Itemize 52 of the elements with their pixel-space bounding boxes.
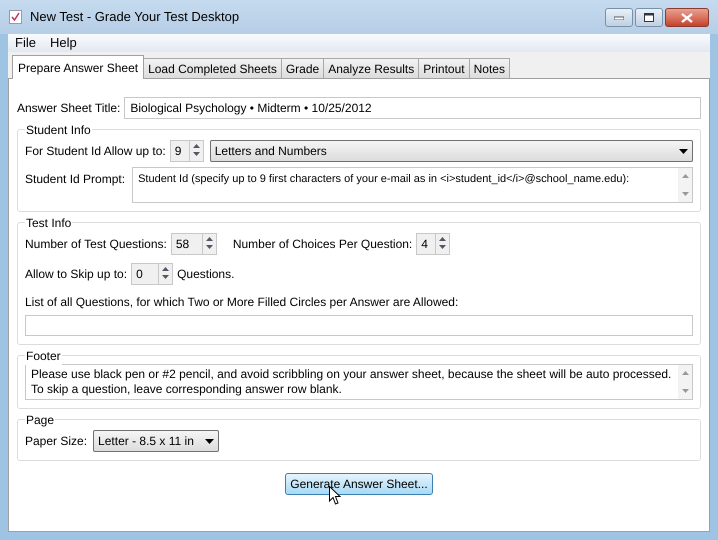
field-label: Answer Sheet Title: xyxy=(17,100,120,117)
caret-icon xyxy=(205,438,214,444)
generate-button[interactable]: Generate Answer Sheet... xyxy=(285,473,433,495)
field-label: Questions. xyxy=(177,266,234,283)
close-icon xyxy=(681,12,693,22)
tab[interactable]: Printout xyxy=(418,58,470,78)
down-arrow-icon xyxy=(162,275,170,279)
scroll-up-icon xyxy=(682,174,688,178)
down-arrow-icon xyxy=(206,245,213,249)
tab[interactable]: Load Completed Sheets xyxy=(143,58,282,78)
down-arrow-icon xyxy=(439,245,446,249)
scroll-down-icon xyxy=(682,192,688,196)
field-label: Number of Test Questions: xyxy=(25,236,167,253)
menu-item[interactable]: File xyxy=(15,33,36,53)
field-label: Student Id Prompt: xyxy=(25,171,126,188)
tab[interactable]: Grade xyxy=(280,58,324,78)
tab[interactable]: Prepare Answer Sheet xyxy=(12,55,144,79)
field-label: Allow to Skip up to: xyxy=(25,266,128,283)
down-arrow-icon xyxy=(192,152,200,156)
tab[interactable]: Analyze Results xyxy=(323,58,420,78)
minimize-button[interactable] xyxy=(605,8,633,27)
number-spinner[interactable]: 9 xyxy=(170,140,204,162)
up-arrow-icon xyxy=(439,237,446,241)
checkmark-app-icon xyxy=(9,10,22,24)
number-spinner[interactable]: 4 xyxy=(416,233,450,255)
text-area[interactable]: Please use black pen or #2 pencil, and avoid scribbling on your answer sheet, because the sheet will be auto processed. To skip a question, leave corresponding answer row blank. xyxy=(25,364,693,400)
maximize-button[interactable] xyxy=(635,8,663,27)
up-arrow-icon xyxy=(162,267,170,271)
input-field[interactable] xyxy=(25,315,693,336)
number-spinner[interactable]: 58 xyxy=(170,233,217,255)
scroll-up-icon xyxy=(682,371,688,375)
text-area[interactable]: Student Id (specify up to 9 first characters of your e-mail as in <i>student_id</i>@school_name.edu): xyxy=(132,167,693,203)
field-label: Paper Size: xyxy=(25,433,88,450)
scrollbar[interactable] xyxy=(678,168,692,202)
minimize-icon xyxy=(614,16,624,20)
up-arrow-icon xyxy=(192,144,200,148)
maximize-icon xyxy=(644,13,654,22)
tab[interactable]: Notes xyxy=(468,58,510,78)
up-arrow-icon xyxy=(206,237,213,241)
field-label: List of all Questions, for which Two or More Filled Circles per Answer are Allowed: xyxy=(25,294,460,311)
menu-item[interactable]: Help xyxy=(50,33,77,53)
window-title: New Test - Grade Your Test Desktop xyxy=(30,8,240,26)
dropdown[interactable]: Letter - 8.5 x 11 in xyxy=(93,430,220,452)
scrollbar[interactable] xyxy=(678,365,692,399)
close-button[interactable] xyxy=(665,8,709,27)
field-label: Number of Choices Per Question: xyxy=(232,236,412,253)
input-field[interactable]: Biological Psychology • Midterm • 10/25/2012 xyxy=(124,97,701,119)
dropdown[interactable]: Letters and Numbers xyxy=(210,140,693,162)
scroll-down-icon xyxy=(682,389,688,393)
field-label: For Student Id Allow up to: xyxy=(25,143,166,160)
caret-icon xyxy=(679,148,688,154)
number-spinner[interactable]: 0 xyxy=(131,263,174,285)
